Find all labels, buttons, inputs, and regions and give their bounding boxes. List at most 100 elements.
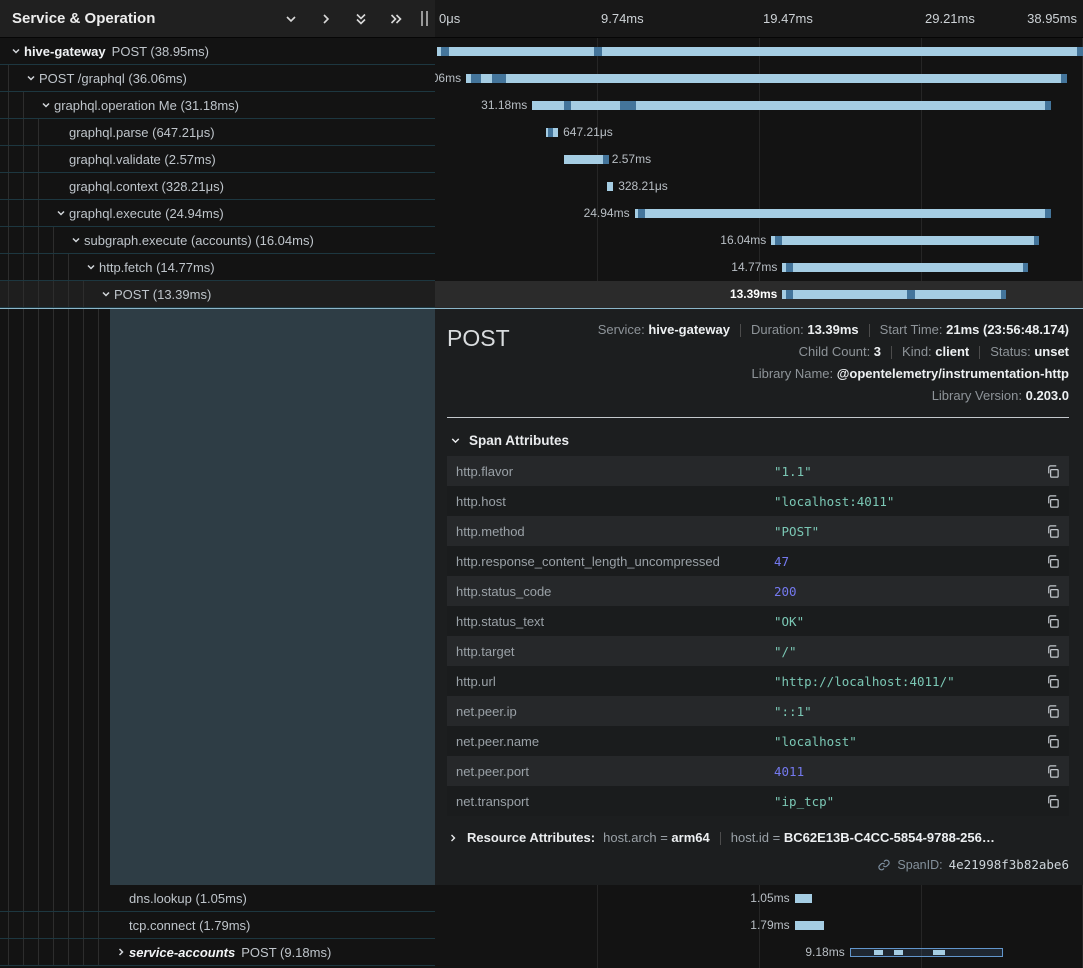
span-duration-label: 14.77ms: [731, 254, 777, 280]
span-bar[interactable]: [771, 236, 1038, 245]
timeline-header: Service & Operation 0μs9.74ms19.47ms29.2…: [0, 0, 1083, 38]
meta-label: Child Count:: [799, 344, 874, 359]
span-service-name: service-accounts: [129, 945, 235, 960]
copy-icon[interactable]: [1045, 674, 1060, 689]
copy-icon[interactable]: [1045, 704, 1060, 719]
copy-icon[interactable]: [1045, 644, 1060, 659]
span-row-timeline-cell[interactable]: 16.04ms: [435, 227, 1083, 254]
span-row-timeline-cell[interactable]: 24.94ms: [435, 200, 1083, 227]
span-row-label-cell[interactable]: POST (13.39ms): [0, 281, 435, 308]
meta-value: 0.203.0: [1026, 388, 1069, 403]
expand-one-icon[interactable]: [316, 9, 336, 29]
copy-icon[interactable]: [1045, 794, 1060, 809]
span-row[interactable]: graphql.validate (2.57ms) 2.57ms: [0, 146, 1083, 173]
copy-icon[interactable]: [1045, 734, 1060, 749]
span-bar[interactable]: [782, 263, 1028, 272]
span-row[interactable]: http.fetch (14.77ms) 14.77ms: [0, 254, 1083, 281]
span-bar[interactable]: [437, 47, 1080, 56]
span-row-label-cell[interactable]: subgraph.execute (accounts) (16.04ms): [0, 227, 435, 254]
span-row-timeline-cell[interactable]: 1.79ms: [435, 912, 1083, 939]
span-bar[interactable]: [466, 74, 1066, 83]
resource-value: BC62E13B-C4CC-5854-9788-256…: [784, 830, 995, 845]
span-bar[interactable]: [795, 894, 812, 903]
span-row[interactable]: POST (13.39ms) 13.39ms: [0, 281, 1083, 308]
span-bar[interactable]: [782, 290, 1005, 299]
collapse-one-icon[interactable]: [281, 9, 301, 29]
row-expand-chevron[interactable]: [8, 45, 24, 57]
attribute-value: "http://localhost:4011/": [774, 674, 1045, 689]
span-bar[interactable]: [532, 101, 1050, 110]
span-row-timeline-cell[interactable]: 36.06ms: [435, 65, 1083, 92]
attribute-row: http.host "localhost:4011": [447, 486, 1069, 516]
span-bar[interactable]: [635, 209, 1050, 218]
span-id-label: SpanID:: [897, 858, 942, 872]
span-row-timeline-cell[interactable]: 14.77ms: [435, 254, 1083, 281]
span-bar[interactable]: [795, 921, 825, 930]
copy-icon[interactable]: [1045, 764, 1060, 779]
expand-all-icon[interactable]: [386, 9, 406, 29]
span-row[interactable]: hive-gateway POST (38.95ms) 38.95ms: [0, 38, 1083, 65]
copy-icon[interactable]: [1045, 524, 1060, 539]
collapse-all-icon[interactable]: [351, 9, 371, 29]
row-expand-chevron[interactable]: [68, 234, 84, 246]
copy-icon[interactable]: [1045, 554, 1060, 569]
span-row-label-cell[interactable]: graphql.context (328.21μs): [0, 173, 435, 200]
span-bar[interactable]: [564, 155, 607, 164]
span-row[interactable]: subgraph.execute (accounts) (16.04ms) 16…: [0, 227, 1083, 254]
span-row-timeline-cell[interactable]: 31.18ms: [435, 92, 1083, 119]
span-row-label-cell[interactable]: service-accounts POST (9.18ms): [0, 939, 435, 966]
ruler-tick-label: 9.74ms: [601, 0, 644, 37]
panel-resize-handle[interactable]: [421, 11, 428, 26]
row-expand-chevron[interactable]: [38, 99, 54, 111]
link-icon[interactable]: [877, 858, 891, 872]
span-row[interactable]: service-accounts POST (9.18ms) 9.18ms: [0, 939, 1083, 966]
span-row-label-cell[interactable]: graphql.parse (647.21μs): [0, 119, 435, 146]
span-row[interactable]: graphql.execute (24.94ms) 24.94ms: [0, 200, 1083, 227]
span-row-label-cell[interactable]: dns.lookup (1.05ms): [0, 885, 435, 912]
row-expand-chevron[interactable]: [98, 288, 114, 300]
span-row[interactable]: dns.lookup (1.05ms) 1.05ms: [0, 885, 1083, 912]
meta-value: 13.39ms: [807, 322, 858, 337]
copy-icon[interactable]: [1045, 584, 1060, 599]
span-row-timeline-cell[interactable]: 13.39ms: [435, 281, 1083, 308]
row-expand-chevron[interactable]: [113, 946, 129, 958]
span-row-label-cell[interactable]: http.fetch (14.77ms): [0, 254, 435, 281]
resource-attributes-row[interactable]: Resource Attributes: host.arch = arm64ho…: [447, 830, 1069, 845]
meta-value: hive-gateway: [648, 322, 730, 337]
span-bar-tick: [1034, 236, 1039, 245]
indent-guides: [8, 309, 114, 885]
span-row-label-cell[interactable]: tcp.connect (1.79ms): [0, 912, 435, 939]
attribute-row: net.peer.ip "::1": [447, 696, 1069, 726]
detail-divider: [447, 417, 1069, 418]
row-expand-chevron[interactable]: [83, 261, 99, 273]
span-row-timeline-cell[interactable]: 647.21μs: [435, 119, 1083, 146]
span-duration-label: 9.18ms: [805, 939, 844, 965]
span-row[interactable]: tcp.connect (1.79ms) 1.79ms: [0, 912, 1083, 939]
span-row-label-cell[interactable]: graphql.operation Me (31.18ms): [0, 92, 435, 119]
span-row-label-cell[interactable]: hive-gateway POST (38.95ms): [0, 38, 435, 65]
span-row-label-cell[interactable]: graphql.validate (2.57ms): [0, 146, 435, 173]
span-row-label-cell[interactable]: graphql.execute (24.94ms): [0, 200, 435, 227]
span-row[interactable]: graphql.context (328.21μs) 328.21μs: [0, 173, 1083, 200]
row-expand-chevron[interactable]: [23, 72, 39, 84]
row-expand-chevron[interactable]: [53, 207, 69, 219]
copy-icon[interactable]: [1045, 464, 1060, 479]
span-bar[interactable]: [850, 948, 1003, 957]
indent-guides: [8, 939, 113, 965]
span-row[interactable]: graphql.operation Me (31.18ms) 31.18ms: [0, 92, 1083, 119]
span-row-timeline-cell[interactable]: 328.21μs: [435, 173, 1083, 200]
span-row-timeline-cell[interactable]: 9.18ms: [435, 939, 1083, 966]
span-attributes-header[interactable]: Span Attributes: [449, 433, 1069, 448]
span-operation-label: tcp.connect (1.79ms): [129, 918, 250, 933]
timeline-ruler: 0μs9.74ms19.47ms29.21ms38.95ms: [435, 0, 1083, 37]
span-bar-tick: [638, 209, 645, 218]
span-row[interactable]: POST /graphql (36.06ms) 36.06ms: [0, 65, 1083, 92]
span-row-timeline-cell[interactable]: 1.05ms: [435, 885, 1083, 912]
span-row-timeline-cell[interactable]: 2.57ms: [435, 146, 1083, 173]
span-row[interactable]: graphql.parse (647.21μs) 647.21μs: [0, 119, 1083, 146]
copy-icon[interactable]: [1045, 494, 1060, 509]
span-row-timeline-cell[interactable]: 38.95ms: [435, 38, 1083, 65]
span-row-label-cell[interactable]: POST /graphql (36.06ms): [0, 65, 435, 92]
span-bar[interactable]: [607, 182, 613, 191]
copy-icon[interactable]: [1045, 614, 1060, 629]
